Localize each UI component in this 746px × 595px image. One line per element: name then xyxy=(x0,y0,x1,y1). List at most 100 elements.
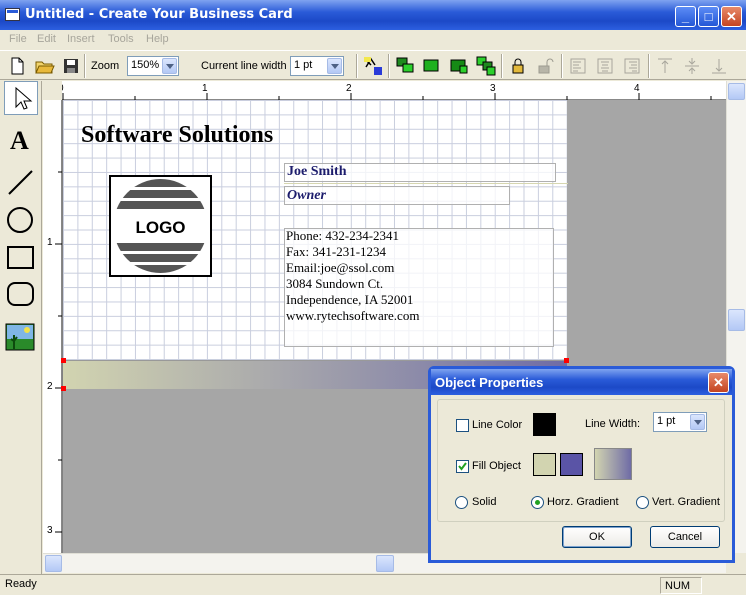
horz-gradient-radio[interactable] xyxy=(531,496,544,509)
menu-help[interactable]: Help xyxy=(146,33,169,45)
circle-icon xyxy=(7,207,33,233)
contact-email: Email:joe@ssol.com xyxy=(286,260,395,275)
selection-handle[interactable] xyxy=(564,358,569,363)
status-text: Ready xyxy=(5,578,37,590)
close-button[interactable]: ✕ xyxy=(721,6,742,27)
send-to-back-icon[interactable] xyxy=(421,55,443,77)
menu-bar: File Edit Insert Tools Help xyxy=(0,30,746,49)
chevron-down-icon[interactable] xyxy=(690,414,705,430)
chevron-down-icon[interactable] xyxy=(162,58,177,74)
svg-text:A: A xyxy=(10,126,29,155)
align-center-icon[interactable] xyxy=(594,55,616,77)
app-icon xyxy=(5,8,20,21)
send-backward-icon[interactable] xyxy=(475,55,497,77)
name-text: Joe Smith xyxy=(287,164,347,179)
vert-gradient-label: Vert. Gradient xyxy=(652,496,720,508)
rectangle-icon xyxy=(7,246,34,269)
dialog-line-width-label: Line Width: xyxy=(585,418,641,430)
horizontal-scroll-thumb[interactable] xyxy=(376,555,394,572)
dialog-title: Object Properties xyxy=(435,375,544,390)
vertical-scroll-thumb[interactable] xyxy=(728,309,745,331)
selection-handle[interactable] xyxy=(61,358,66,363)
contact-city: Independence, IA 52001 xyxy=(286,292,414,307)
minimize-button[interactable]: _ xyxy=(675,6,696,27)
ruler-h-label: 4 xyxy=(634,83,640,94)
align-right-icon[interactable] xyxy=(621,55,643,77)
solid-label: Solid xyxy=(472,496,497,508)
gradient-preview xyxy=(594,448,632,480)
num-lock-indicator: NUM xyxy=(660,577,702,594)
contact-phone: Phone: 432-234-2341 xyxy=(286,228,400,243)
company-name-text[interactable]: Software Solutions xyxy=(81,122,273,149)
image-tool[interactable] xyxy=(4,321,38,355)
horz-gradient-label: Horz. Gradient xyxy=(547,496,619,508)
align-bottom-icon[interactable] xyxy=(708,55,730,77)
select-tool[interactable] xyxy=(4,81,38,115)
rounded-rectangle-tool[interactable] xyxy=(4,278,38,312)
horizontal-ruler: 0 1 2 3 4 xyxy=(43,81,726,100)
fill-object-checkbox[interactable] xyxy=(456,460,469,473)
dialog-line-width-select[interactable]: 1 pt xyxy=(653,412,707,432)
solid-radio[interactable] xyxy=(455,496,468,509)
line-width-label: Current line width xyxy=(201,60,287,72)
status-bar: Ready NUM xyxy=(0,574,746,595)
rounded-rectangle-icon xyxy=(7,282,34,306)
line-color-swatch[interactable] xyxy=(533,413,556,436)
line-width-select[interactable]: 1 pt xyxy=(290,56,344,76)
open-folder-icon[interactable] xyxy=(33,55,55,77)
line-width-value: 1 pt xyxy=(294,59,313,71)
align-top-icon[interactable] xyxy=(654,55,676,77)
unlock-icon[interactable] xyxy=(534,55,556,77)
zoom-select[interactable]: 150% xyxy=(127,56,179,76)
logo-text: LOGO xyxy=(135,218,185,237)
line-color-checkbox[interactable] xyxy=(456,419,469,432)
picture-icon xyxy=(5,323,35,351)
fill-color-2-swatch[interactable] xyxy=(560,453,583,476)
logo-image[interactable]: LOGO xyxy=(109,175,212,277)
tool-palette: A xyxy=(0,81,42,574)
fill-color-1-swatch[interactable] xyxy=(533,453,556,476)
checkmark-icon xyxy=(458,462,467,471)
fill-color-icon[interactable] xyxy=(362,55,384,77)
zoom-label: Zoom xyxy=(91,60,120,72)
vert-gradient-radio[interactable] xyxy=(636,496,649,509)
contact-website: www.rytechsoftware.com xyxy=(286,308,420,323)
chevron-down-icon[interactable] xyxy=(327,58,342,74)
radio-dot-icon xyxy=(535,500,540,505)
ruler-h-label: 1 xyxy=(202,83,208,94)
window-title: Untitled - Create Your Business Card xyxy=(25,7,293,22)
bring-to-front-icon[interactable] xyxy=(394,55,416,77)
align-left-icon[interactable] xyxy=(567,55,589,77)
align-middle-icon[interactable] xyxy=(681,55,703,77)
scroll-left-button[interactable] xyxy=(45,555,62,572)
rectangle-tool[interactable] xyxy=(4,241,38,275)
role-text: Owner xyxy=(287,188,326,203)
line-tool[interactable] xyxy=(4,166,38,200)
new-file-icon[interactable] xyxy=(6,55,28,77)
cancel-button[interactable]: Cancel xyxy=(650,526,720,548)
ruler-h-label: 3 xyxy=(490,83,496,94)
scroll-up-button[interactable] xyxy=(728,83,745,100)
contact-address: 3084 Sundown Ct. xyxy=(286,276,384,291)
dialog-line-width-value: 1 pt xyxy=(657,415,676,427)
save-icon[interactable] xyxy=(60,55,82,77)
ok-button[interactable]: OK xyxy=(562,526,632,548)
logo-graphic: LOGO xyxy=(113,179,208,273)
role-text-box[interactable]: Owner xyxy=(284,186,510,205)
menu-file[interactable]: File xyxy=(9,33,27,45)
divider-line[interactable] xyxy=(284,183,568,184)
selection-handle[interactable] xyxy=(61,386,66,391)
pointer-icon xyxy=(15,86,33,110)
menu-insert[interactable]: Insert xyxy=(67,33,95,45)
menu-edit[interactable]: Edit xyxy=(37,33,56,45)
dialog-close-button[interactable]: ✕ xyxy=(708,372,729,393)
bring-forward-icon[interactable] xyxy=(448,55,470,77)
menu-tools[interactable]: Tools xyxy=(108,33,134,45)
name-text-box[interactable]: Joe Smith xyxy=(284,163,556,182)
lock-icon[interactable] xyxy=(507,55,529,77)
maximize-button[interactable]: □ xyxy=(698,6,719,27)
ruler-v-label: 2 xyxy=(47,381,53,392)
ellipse-tool[interactable] xyxy=(4,204,38,238)
ruler-v-label: 3 xyxy=(47,525,53,536)
text-tool[interactable]: A xyxy=(4,123,38,157)
